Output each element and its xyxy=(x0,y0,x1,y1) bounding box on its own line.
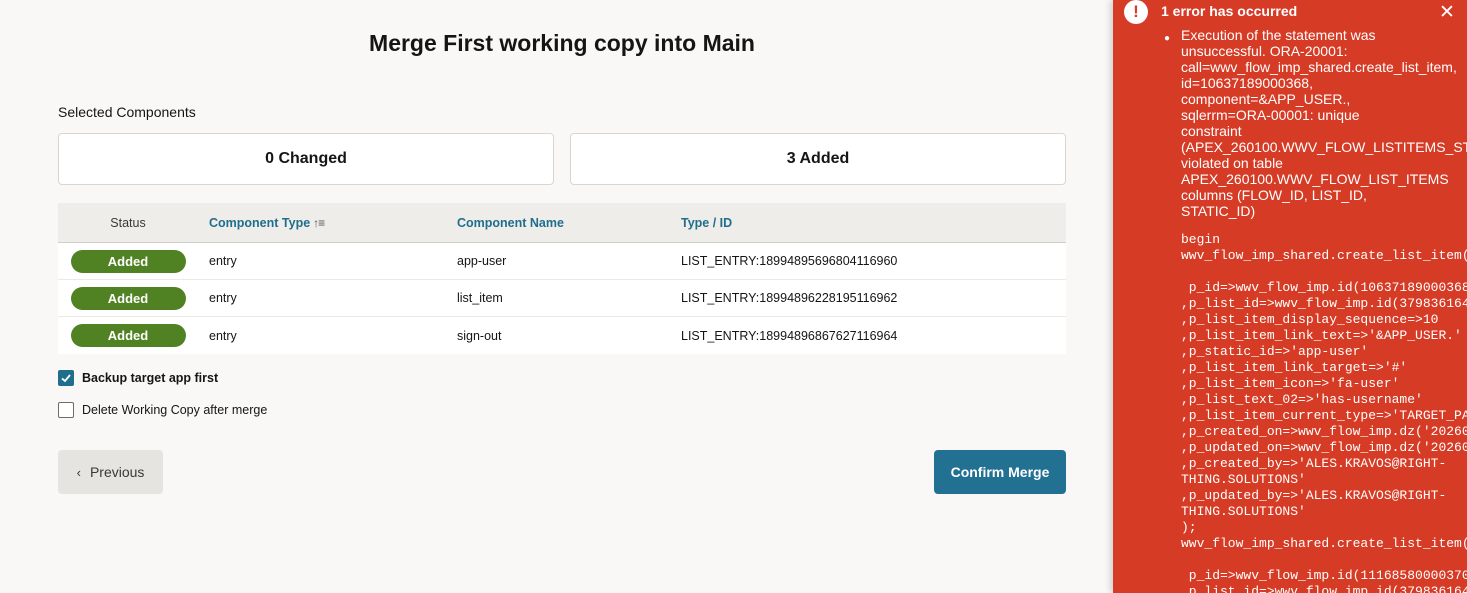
column-header-component-type-label: Component Type xyxy=(209,215,311,230)
type-id-cell: LIST_ENTRY:18994895696804116960 xyxy=(681,254,898,268)
table-row[interactable]: Added entry sign-out LIST_ENTRY:18994896… xyxy=(58,317,1066,354)
confirm-merge-button[interactable]: Confirm Merge xyxy=(934,450,1066,494)
chevron-left-icon: ‹ xyxy=(76,464,81,480)
column-header-status[interactable]: Status xyxy=(58,216,198,230)
changed-count-card[interactable]: 0 Changed xyxy=(58,133,554,185)
table-row[interactable]: Added entry list_item LIST_ENTRY:1899489… xyxy=(58,280,1066,317)
error-icon: ! xyxy=(1124,0,1148,24)
close-icon[interactable]: ✕ xyxy=(1439,1,1455,24)
added-count-card[interactable]: 3 Added xyxy=(570,133,1066,185)
component-type-cell: entry xyxy=(209,254,237,268)
error-message: Execution of the statement was unsuccess… xyxy=(1181,27,1467,219)
status-badge: Added xyxy=(70,286,186,310)
delete-copy-option[interactable]: Delete Working Copy after merge xyxy=(58,402,267,418)
previous-button[interactable]: ‹ Previous xyxy=(58,450,163,494)
sort-ascending-icon[interactable]: ↑≡ xyxy=(313,216,325,230)
changed-count-label: 0 Changed xyxy=(265,150,347,167)
status-badge: Added xyxy=(70,249,186,273)
delete-copy-label: Delete Working Copy after merge xyxy=(82,403,268,417)
error-notification: ! 1 error has occurred ✕ ● Execution of … xyxy=(1113,0,1467,593)
backup-checkbox[interactable] xyxy=(58,370,74,386)
status-cell: Added xyxy=(58,286,198,310)
component-name-cell: list_item xyxy=(457,291,503,305)
backup-label: Backup target app first xyxy=(82,371,219,385)
component-type-cell: entry xyxy=(209,328,237,343)
column-header-component-type[interactable]: Component Type ↑≡ xyxy=(198,216,446,230)
type-id-cell: LIST_ENTRY:18994896867627116964 xyxy=(681,328,898,343)
type-id-cell: LIST_ENTRY:18994896228195116962 xyxy=(681,291,898,305)
column-header-type-id[interactable]: Type / ID xyxy=(669,216,1066,230)
page-title: Merge First working copy into Main xyxy=(369,30,755,56)
column-header-component-name[interactable]: Component Name xyxy=(446,216,669,230)
component-name-cell: sign-out xyxy=(457,328,502,343)
previous-label: Previous xyxy=(89,464,145,480)
column-header-type-id-label: Type / ID xyxy=(681,215,733,230)
added-count-label: 3 Added xyxy=(786,150,850,167)
component-type-cell: entry xyxy=(209,291,237,305)
table-row[interactable]: Added entry app-user LIST_ENTRY:18994895… xyxy=(58,243,1066,280)
section-label: Selected Components xyxy=(58,104,196,120)
components-grid: Status Component Type ↑≡ Component Name T… xyxy=(58,203,1066,354)
status-cell: Added xyxy=(58,324,198,347)
status-cell: Added xyxy=(58,249,198,273)
column-header-component-name-label: Component Name xyxy=(457,215,564,230)
error-code: begin wwv_flow_imp_shared.create_list_it… xyxy=(1181,232,1467,593)
bullet-icon: ● xyxy=(1164,33,1171,44)
backup-option[interactable]: Backup target app first xyxy=(58,370,218,386)
check-icon xyxy=(61,374,71,383)
status-badge: Added xyxy=(70,324,186,347)
grid-header: Status Component Type ↑≡ Component Name T… xyxy=(58,203,1066,243)
component-name-cell: app-user xyxy=(457,254,507,268)
delete-copy-checkbox[interactable] xyxy=(58,402,74,418)
error-title: 1 error has occurred xyxy=(1161,3,1298,19)
